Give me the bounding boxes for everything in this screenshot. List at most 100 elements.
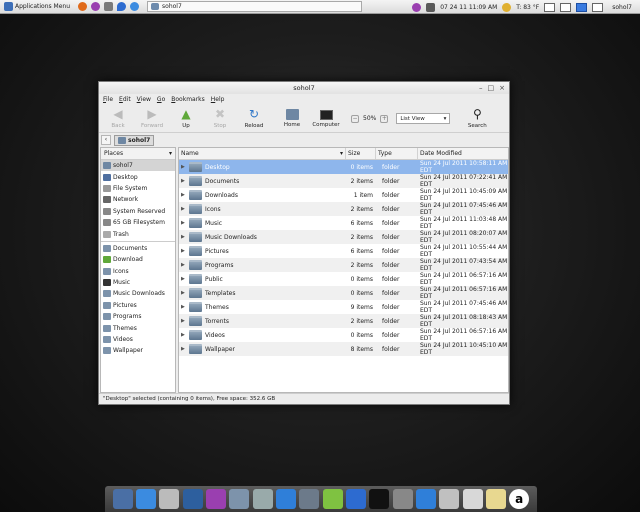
sidebar-item-home[interactable]: sohol7 — [101, 160, 175, 172]
sidebar-item-programs[interactable]: Programs — [101, 311, 175, 322]
editor-icon[interactable] — [299, 489, 320, 509]
table-row[interactable]: ▶ Desktop 0 items folder Sun 24 Jul 2011 10:… — [179, 160, 508, 174]
expander-icon[interactable]: ▶ — [181, 346, 186, 352]
camera-icon[interactable] — [462, 489, 483, 509]
speaker-icon[interactable] — [485, 489, 506, 509]
back-button[interactable]: ◀ Back — [101, 108, 135, 130]
table-row[interactable]: ▶ Pictures 6 items folder Sun 24 Jul 2011 10… — [179, 244, 508, 258]
breadcrumb-button[interactable]: sohol7 — [114, 134, 155, 146]
column-header-type[interactable]: Type — [376, 148, 418, 159]
terminal-icon[interactable] — [369, 489, 390, 509]
globe-icon[interactable] — [182, 489, 203, 509]
applications-menu-button[interactable]: Applications Menu — [0, 0, 74, 13]
sidebar-item-system-reserved[interactable]: System Reserved — [101, 206, 175, 217]
search-button[interactable]: ⚲ Search — [460, 108, 494, 130]
user-menu[interactable]: sohol7 — [608, 4, 636, 11]
menu-edit[interactable]: Edit — [119, 96, 131, 103]
search-icon[interactable] — [392, 489, 413, 509]
menu-view[interactable]: View — [137, 96, 151, 103]
sidebar-item-music[interactable]: Music — [101, 277, 175, 288]
table-row[interactable]: ▶ Templates 0 items folder Sun 24 Jul 2011 0… — [179, 286, 508, 300]
maximize-icon[interactable]: □ — [488, 84, 495, 92]
table-row[interactable]: ▶ Music 6 items folder Sun 24 Jul 2011 11:03… — [179, 216, 508, 230]
zoom-out-button[interactable]: − — [351, 114, 359, 123]
table-row[interactable]: ▶ Programs 2 items folder Sun 24 Jul 2011 07… — [179, 258, 508, 272]
browser-icon[interactable] — [135, 489, 156, 509]
expander-icon[interactable]: ▶ — [181, 206, 186, 212]
workspace-3[interactable] — [576, 2, 588, 12]
sidebar-item-trash[interactable]: Trash — [101, 228, 175, 239]
trash-icon[interactable] — [439, 489, 460, 509]
sidebar-header[interactable]: Places ▾ — [101, 148, 175, 160]
sidebar-item-themes[interactable]: Themes — [101, 322, 175, 333]
menu-go[interactable]: Go — [157, 96, 165, 103]
sidebar-item-desktop[interactable]: Desktop — [101, 171, 175, 182]
expander-icon[interactable]: ▶ — [181, 262, 186, 268]
table-row[interactable]: ▶ Downloads 1 item folder Sun 24 Jul 2011 10… — [179, 188, 508, 202]
workspace-1[interactable] — [544, 2, 556, 12]
expander-icon[interactable]: ▶ — [181, 220, 186, 226]
column-header-date[interactable]: Date Modified — [418, 148, 508, 159]
expander-icon[interactable]: ▶ — [181, 276, 186, 282]
network-icon[interactable] — [426, 2, 436, 12]
minimize-icon[interactable]: – — [479, 84, 483, 92]
sidebar-item-videos[interactable]: Videos — [101, 334, 175, 345]
sidebar-item-icons[interactable]: Icons — [101, 266, 175, 277]
expander-icon[interactable]: ▶ — [181, 304, 186, 310]
up-button[interactable]: ▲ Up — [169, 108, 203, 130]
monitor-icon[interactable] — [112, 489, 133, 509]
sidebar-item-wallpaper[interactable]: Wallpaper — [101, 345, 175, 356]
workspace-2[interactable] — [560, 2, 572, 12]
sidebar-item-65gb[interactable]: 65 GB Filesystem — [101, 217, 175, 228]
reload-button[interactable]: ↻ Reload — [237, 108, 271, 130]
download-icon[interactable] — [275, 489, 296, 509]
view-mode-select[interactable]: List View ▾ — [396, 113, 451, 124]
home-button[interactable]: Home — [275, 109, 309, 128]
sidebar-item-music-downloads[interactable]: Music Downloads — [101, 288, 175, 299]
table-row[interactable]: ▶ Videos 0 items folder Sun 24 Jul 2011 06:5… — [179, 328, 508, 342]
column-header-size[interactable]: Size — [346, 148, 376, 159]
taskbar-window-button[interactable]: sohol7 — [147, 1, 363, 12]
download-icon[interactable] — [415, 489, 436, 509]
chat-icon[interactable] — [205, 489, 226, 509]
table-row[interactable]: ▶ Music Downloads 2 items folder Sun 24 Jul … — [179, 230, 508, 244]
gear-icon[interactable] — [104, 2, 114, 11]
close-icon[interactable]: × — [499, 84, 505, 92]
expander-icon[interactable]: ▶ — [181, 192, 186, 198]
temperature[interactable]: T: 83 °F — [516, 4, 539, 11]
expander-icon[interactable]: ▶ — [181, 318, 186, 324]
menu-bookmarks[interactable]: Bookmarks — [171, 96, 205, 103]
expander-icon[interactable]: ▶ — [181, 178, 186, 184]
clock[interactable]: 07 24 11 11:09 AM — [440, 4, 497, 11]
tools-icon[interactable] — [252, 489, 273, 509]
menu-help[interactable]: Help — [211, 96, 225, 103]
music-icon[interactable] — [322, 489, 343, 509]
a-icon[interactable]: a — [509, 489, 530, 509]
table-row[interactable]: ▶ Documents 2 items folder Sun 24 Jul 2011 0… — [179, 174, 508, 188]
expander-icon[interactable]: ▶ — [181, 290, 186, 296]
computer-button[interactable]: Computer — [309, 109, 343, 128]
table-row[interactable]: ▶ Public 0 items folder Sun 24 Jul 2011 06:5… — [179, 272, 508, 286]
table-row[interactable]: ▶ Icons 2 items folder Sun 24 Jul 2011 07:45… — [179, 202, 508, 216]
menu-file[interactable]: File — [103, 96, 113, 103]
table-row[interactable]: ▶ Torrents 2 items folder Sun 24 Jul 2011 08… — [179, 314, 508, 328]
forward-button[interactable]: ▶ Forward — [135, 108, 169, 130]
sidebar-item-download[interactable]: Download — [101, 254, 175, 265]
firefox-icon[interactable] — [78, 2, 88, 11]
expander-icon[interactable]: ▶ — [181, 248, 186, 254]
browser-icon[interactable] — [130, 2, 140, 11]
sidebar-item-network[interactable]: Network — [101, 194, 175, 205]
workspace-4[interactable] — [592, 2, 604, 12]
path-left-arrow-button[interactable]: ‹ — [101, 135, 111, 145]
window-titlebar[interactable]: sohol7 – □ × — [99, 82, 509, 94]
drop-icon[interactable] — [345, 489, 366, 509]
table-row[interactable]: ▶ Themes 9 items folder Sun 24 Jul 2011 07:4… — [179, 300, 508, 314]
zoom-in-button[interactable]: + — [380, 114, 389, 123]
sidebar-item-documents[interactable]: Documents — [101, 243, 175, 254]
chat-icon[interactable] — [91, 2, 101, 11]
drive-icon[interactable] — [159, 489, 180, 509]
sidebar-item-pictures[interactable]: Pictures — [101, 300, 175, 311]
column-header-name[interactable]: Name ▾ — [179, 148, 346, 159]
table-row[interactable]: ▶ Wallpaper 8 items folder Sun 24 Jul 2011 1… — [179, 342, 508, 356]
stop-button[interactable]: ✖ Stop — [203, 108, 237, 130]
